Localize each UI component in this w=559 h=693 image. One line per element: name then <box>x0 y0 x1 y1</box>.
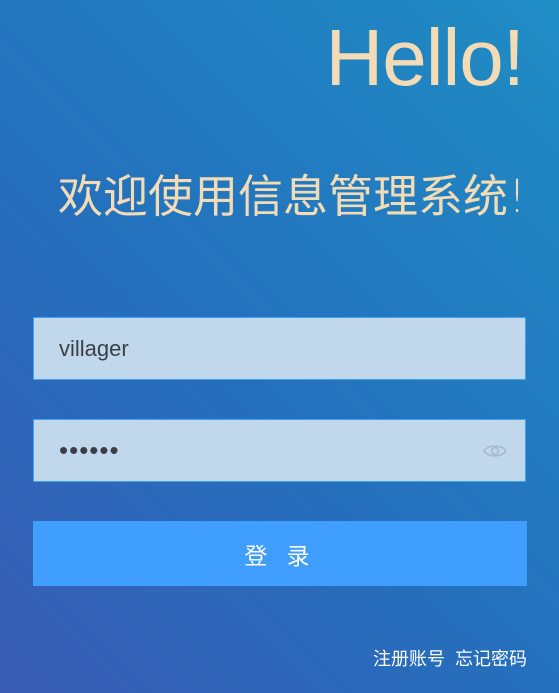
footer-links: 注册账号 忘记密码 <box>373 645 527 671</box>
register-link[interactable]: 注册账号 <box>373 645 445 671</box>
password-field-container <box>33 419 526 482</box>
welcome-subtitle: 欢迎使用信息管理系统! <box>57 170 526 223</box>
login-button[interactable]: 登 录 <box>33 521 527 586</box>
username-input[interactable] <box>34 318 525 379</box>
username-field-container <box>33 317 526 380</box>
greeting-title: Hello! <box>325 13 525 102</box>
password-input[interactable] <box>34 420 481 481</box>
eye-icon[interactable] <box>481 437 509 465</box>
forgot-password-link[interactable]: 忘记密码 <box>455 645 527 671</box>
